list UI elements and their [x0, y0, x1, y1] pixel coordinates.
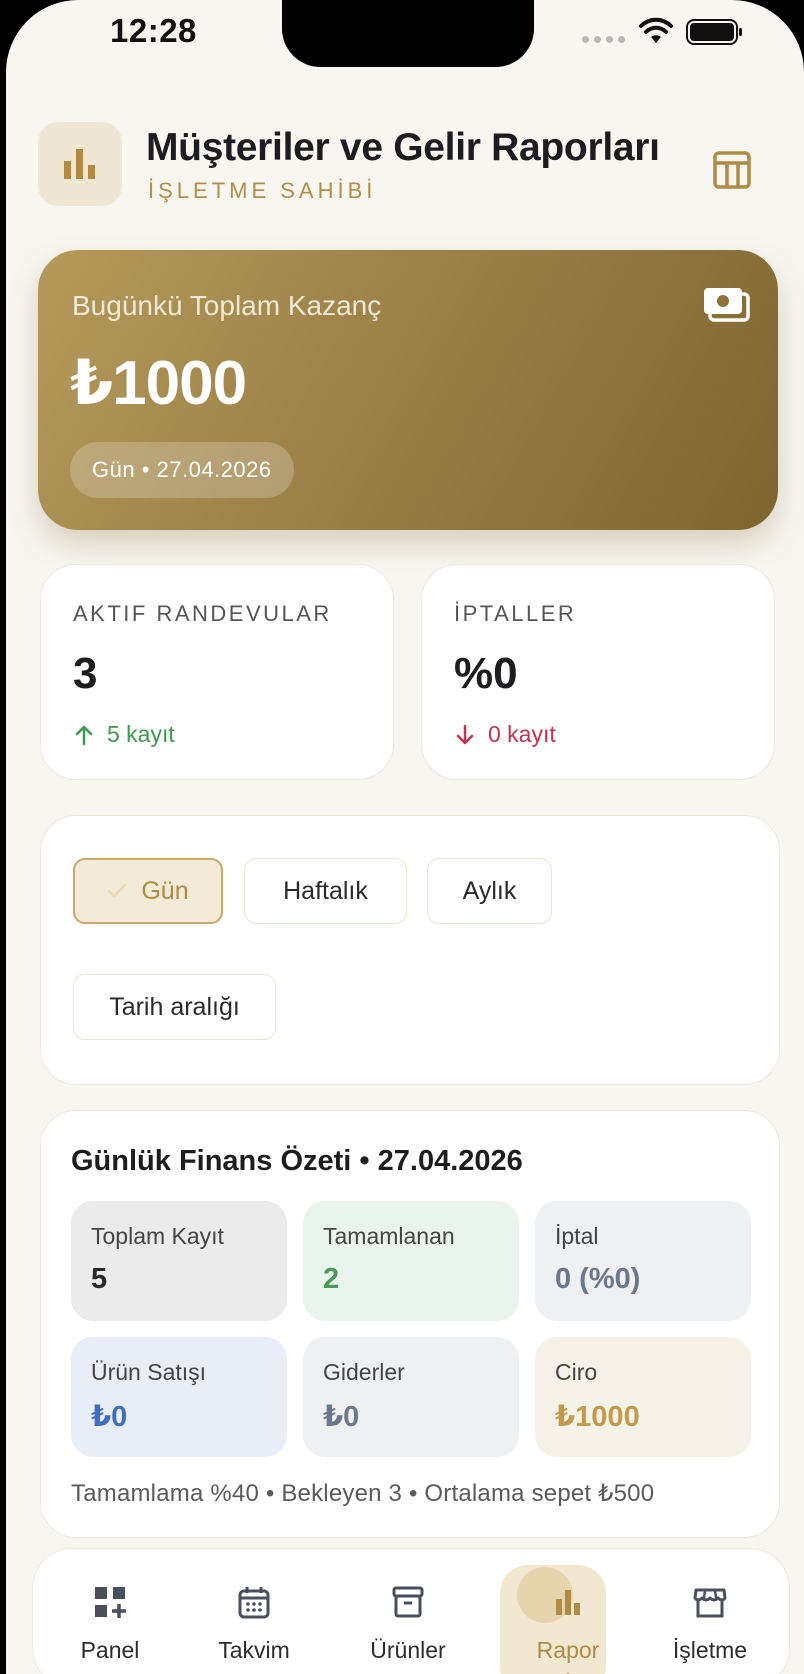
tile-label: Giderler	[323, 1359, 405, 1385]
tile-label: Tamamlanan	[323, 1223, 455, 1249]
tile-label: İptal	[555, 1223, 599, 1249]
nav-label: Rapor	[536, 1637, 600, 1663]
table-view-icon[interactable]	[712, 150, 752, 190]
tile-value: ₺1000	[555, 1401, 640, 1433]
battery-icon	[686, 19, 742, 45]
nav-item-takvim[interactable]: Takvim	[179, 1549, 329, 1674]
period-chip: Gün • 27.04.2026	[70, 442, 294, 498]
archive-box-icon	[392, 1586, 424, 1618]
tile-value: ₺0	[91, 1401, 128, 1433]
earnings-label: Bugünkü Toplam Kazanç	[72, 290, 382, 321]
tile-value: ₺0	[323, 1401, 360, 1433]
status-time: 12:28	[110, 12, 197, 49]
cash-icon	[704, 288, 750, 322]
stat-delta: 5 kayıt	[73, 721, 175, 748]
stat-delta-text: 5 kayıt	[107, 721, 175, 747]
filter-chip-date-range[interactable]: Tarih aralığı	[73, 974, 276, 1040]
page-subtitle: İŞLETME SAHİBİ	[148, 178, 377, 203]
wifi-icon	[639, 17, 673, 43]
nav-item-rapor[interactable]: Rapor	[493, 1549, 643, 1674]
arrow-down-icon	[456, 724, 474, 744]
completed-tile: Tamamlanan 2	[303, 1201, 519, 1321]
cancelled-tile: İptal 0 (%0)	[535, 1201, 751, 1321]
app-screen: 12:28 Müşteriler ve Gelir Raporları İŞLE…	[6, 0, 804, 1674]
tile-label: Toplam Kayıt	[91, 1223, 224, 1249]
dynamic-island	[282, 0, 534, 67]
product-sales-tile: Ürün Satışı ₺0	[71, 1337, 287, 1457]
tile-value: 0 (%0)	[555, 1263, 641, 1295]
nav-item-urunler[interactable]: Ürünler	[333, 1549, 483, 1674]
earnings-amount: ₺1000	[70, 349, 247, 418]
page-title: Müşteriler ve Gelir Raporları	[146, 126, 660, 169]
nav-label: Panel	[80, 1637, 140, 1663]
earnings-card: Bugünkü Toplam Kazanç ₺1000 Gün • 27.04.…	[38, 250, 778, 530]
revenue-tile: Ciro ₺1000	[535, 1337, 751, 1457]
check-icon	[108, 883, 127, 898]
stat-delta: 0 kayıt	[454, 721, 556, 748]
finance-footer: Tamamlama %40 • Bekleyen 3 • Ortalama se…	[71, 1480, 655, 1507]
dashboard-add-icon	[95, 1587, 126, 1618]
total-records-tile: Toplam Kayıt 5	[71, 1201, 287, 1321]
expenses-tile: Giderler ₺0	[303, 1337, 519, 1457]
nav-label: Ürünler	[370, 1637, 446, 1663]
cancellations-card[interactable]: İPTALLER %0 0 kayıt	[421, 564, 775, 780]
bottom-nav: Panel Takvim Ürünler Rapor İşletme	[32, 1548, 790, 1674]
active-appointments-card[interactable]: AKTIF RANDEVULAR 3 5 kayıt	[40, 564, 394, 780]
filter-chip-label: Gün	[141, 876, 189, 905]
filter-chip-month[interactable]: Aylık	[427, 858, 552, 924]
arrow-up-icon	[75, 725, 93, 745]
stat-value: %0	[454, 649, 518, 698]
finance-summary-card: Günlük Finans Özeti • 27.04.2026 Toplam …	[40, 1110, 780, 1538]
nav-label: Takvim	[218, 1637, 290, 1663]
filter-chip-week[interactable]: Haftalık	[244, 858, 407, 924]
stat-value: 3	[73, 649, 98, 698]
finance-title: Günlük Finans Özeti • 27.04.2026	[71, 1145, 523, 1177]
period-filter-card: Gün Haftalık Aylık Tarih aralığı	[40, 815, 780, 1085]
tile-value: 5	[91, 1263, 108, 1295]
bar-chart-icon	[64, 149, 95, 179]
storefront-icon	[693, 1588, 727, 1618]
stat-label: AKTIF RANDEVULAR	[73, 601, 332, 626]
nav-label: İşletme	[672, 1637, 748, 1663]
calendar-icon	[238, 1587, 270, 1619]
cellular-signal-icon	[582, 36, 625, 43]
nav-item-panel[interactable]: Panel	[35, 1549, 185, 1674]
bar-chart-icon	[556, 1590, 580, 1615]
stat-delta-text: 0 kayıt	[488, 721, 556, 747]
filter-chip-day[interactable]: Gün	[73, 858, 223, 924]
tile-label: Ciro	[555, 1359, 598, 1385]
tile-value: 2	[323, 1263, 340, 1295]
tile-label: Ürün Satışı	[91, 1359, 207, 1385]
stat-label: İPTALLER	[454, 601, 577, 626]
nav-item-isletme[interactable]: İşletme	[635, 1549, 785, 1674]
report-logo	[38, 122, 122, 206]
